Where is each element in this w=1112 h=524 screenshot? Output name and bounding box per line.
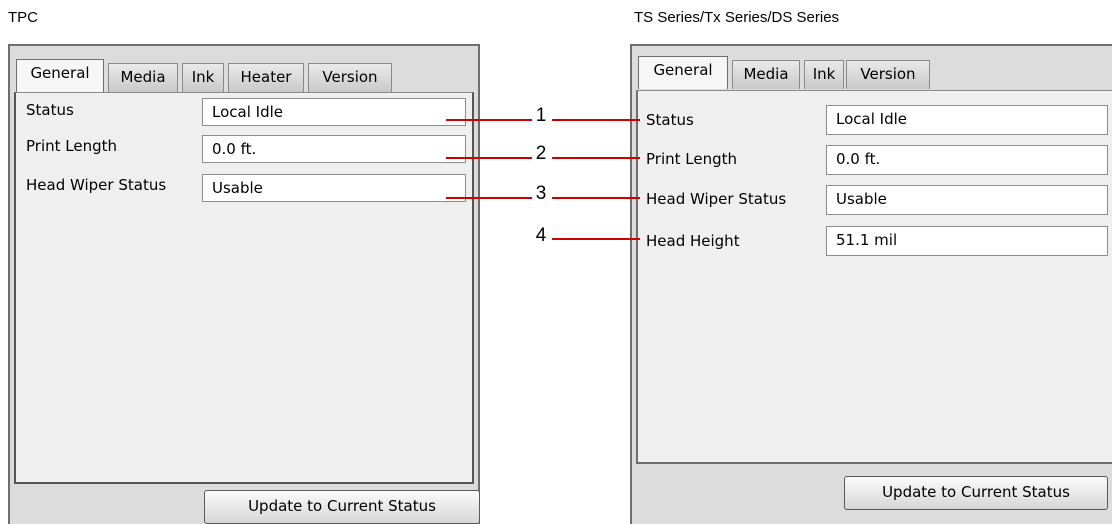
callout-number: 2 — [535, 143, 547, 164]
tab-general[interactable]: General — [16, 59, 104, 92]
head-height-field: 51.1 mil — [826, 226, 1108, 256]
callout-line-right — [552, 197, 640, 199]
callout-number: 1 — [535, 105, 547, 126]
head-height-label: Head Height — [646, 232, 740, 250]
head-wiper-status-label: Head Wiper Status — [26, 176, 167, 194]
head-wiper-status-field: Usable — [826, 185, 1108, 215]
tab-media[interactable]: Media — [108, 63, 178, 92]
tpc-caption: TPC — [8, 9, 38, 26]
tab-ink[interactable]: Ink — [182, 63, 224, 92]
update-status-button[interactable]: Update to Current Status — [204, 490, 480, 524]
tab-general[interactable]: General — [638, 56, 728, 89]
callout-line-left — [446, 197, 532, 199]
update-status-button[interactable]: Update to Current Status — [844, 476, 1108, 510]
tab-version[interactable]: Version — [308, 63, 392, 92]
ts-caption: TS Series/Tx Series/DS Series — [634, 9, 840, 26]
tpc-window: General Media Ink Heater Version Status … — [8, 44, 480, 524]
print-length-field: 0.0 ft. — [202, 135, 466, 163]
print-length-label: Print Length — [646, 150, 738, 168]
head-wiper-status-label: Head Wiper Status — [646, 190, 787, 208]
status-field: Local Idle — [202, 98, 466, 126]
tab-heater[interactable]: Heater — [228, 63, 304, 92]
callout-line-right — [552, 119, 640, 121]
print-length-label: Print Length — [26, 137, 118, 155]
ts-window: General Media Ink Version Status Local I… — [630, 44, 1112, 524]
callout-line-right — [552, 238, 640, 240]
status-label: Status — [646, 111, 694, 129]
tab-version[interactable]: Version — [846, 60, 930, 89]
callout-number: 3 — [535, 183, 547, 204]
tab-media[interactable]: Media — [732, 60, 800, 89]
status-field: Local Idle — [826, 105, 1108, 135]
print-length-field: 0.0 ft. — [826, 145, 1108, 175]
general-panel: Status Local Idle Print Length 0.0 ft. H… — [636, 90, 1112, 464]
status-label: Status — [26, 101, 74, 119]
callout-line-right — [552, 157, 640, 159]
callout-line-left — [446, 157, 532, 159]
tab-ink[interactable]: Ink — [804, 60, 844, 89]
general-panel: Status Local Idle Print Length 0.0 ft. H… — [14, 92, 474, 484]
callout-line-left — [446, 119, 532, 121]
callout-number: 4 — [535, 225, 547, 246]
head-wiper-status-field: Usable — [202, 174, 466, 202]
